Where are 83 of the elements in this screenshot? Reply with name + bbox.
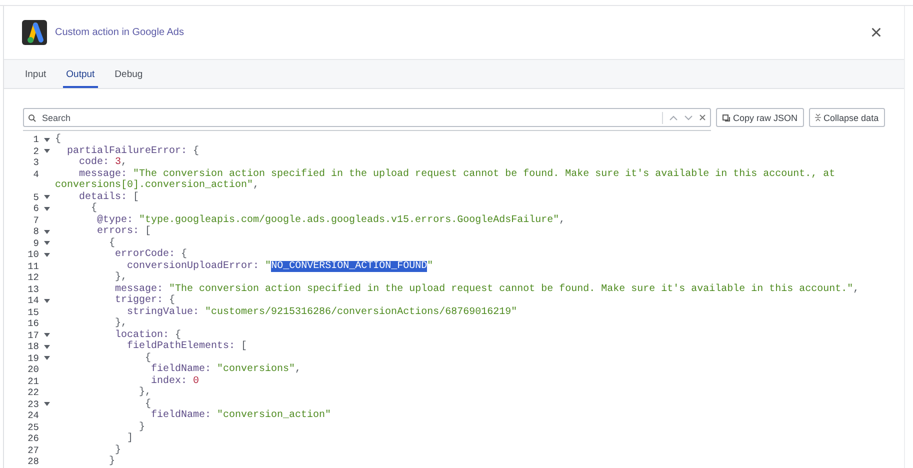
collapse-caret-icon[interactable] bbox=[44, 241, 50, 246]
tab[interactable]: Input bbox=[22, 60, 50, 88]
code-line: { bbox=[144, 398, 152, 410]
code-line: location: { bbox=[114, 330, 182, 340]
code-line: }, bbox=[138, 387, 152, 398]
code-line: } bbox=[108, 456, 116, 468]
code-line: errorCode: { bbox=[114, 249, 188, 260]
code-line: @type: "type.googleapis.com/google.ads.googleads.v15.errors.GoogleAdsFailure", bbox=[96, 214, 566, 226]
line-number: 14 bbox=[26, 295, 39, 306]
code-line: }, bbox=[114, 272, 128, 284]
line-number: 22 bbox=[26, 387, 39, 398]
copy-icon bbox=[722, 114, 730, 122]
collapse-caret-icon[interactable] bbox=[44, 230, 50, 234]
code-line: { bbox=[108, 238, 116, 249]
logo-icon bbox=[22, 20, 47, 45]
line-number: 17 bbox=[26, 330, 39, 341]
line-number: 9 bbox=[32, 238, 39, 249]
code-line: stringValue: "customers/9215316286/conversionActions/68769016219" bbox=[126, 306, 518, 318]
code-line: partialFailureError: { bbox=[66, 146, 200, 156]
code-line: trigger: { bbox=[114, 295, 176, 306]
line-number: 20 bbox=[26, 364, 39, 376]
tab[interactable]: Output bbox=[63, 60, 98, 88]
line-number: 7 bbox=[32, 214, 39, 226]
search-bar[interactable]: Search bbox=[23, 108, 711, 127]
collapse-caret-icon[interactable] bbox=[44, 333, 50, 338]
code-line: message: "The conversion action specified in the upload request cannot be found. Make sure it's available in this account.", bbox=[114, 284, 860, 294]
line-number: 10 bbox=[26, 249, 39, 260]
code-line: { bbox=[144, 352, 152, 364]
tab[interactable]: Debug bbox=[112, 60, 146, 88]
line-number: 25 bbox=[26, 422, 39, 433]
collapse-icon bbox=[814, 113, 821, 122]
line-number: 11 bbox=[26, 260, 39, 272]
line-number: 21 bbox=[26, 376, 39, 387]
line-number: 1 bbox=[32, 134, 39, 146]
code-line: conversions[0].conversion_action", bbox=[55, 180, 260, 192]
code-line: fieldName: "conversion_action" bbox=[150, 410, 332, 422]
collapse-caret-icon[interactable] bbox=[44, 138, 50, 142]
line-number: 23 bbox=[26, 398, 39, 410]
line-number: 13 bbox=[26, 284, 39, 295]
search-icon bbox=[28, 114, 36, 122]
line-number: 26 bbox=[26, 433, 39, 444]
code-line: index: 0 bbox=[150, 376, 200, 387]
collapse-caret-icon[interactable] bbox=[44, 252, 50, 257]
code-line: ] bbox=[126, 433, 134, 444]
collapse-caret-icon[interactable] bbox=[44, 344, 50, 349]
code-line: { bbox=[90, 203, 98, 214]
search-field[interactable]: Search bbox=[42, 112, 656, 122]
code-line: conversionUploadError: "NO_CONVERSION_ACTION_FOUND" bbox=[126, 260, 434, 272]
line-number: 24 bbox=[26, 410, 39, 422]
line-number: 8 bbox=[32, 226, 39, 238]
panel-title: Custom action in Google Ads bbox=[55, 27, 185, 38]
code-line: } bbox=[138, 422, 146, 433]
line-number: 28 bbox=[26, 456, 39, 468]
line-number: 12 bbox=[26, 272, 39, 284]
collapse-caret-icon[interactable] bbox=[44, 356, 50, 360]
line-number: 15 bbox=[26, 306, 39, 318]
line-number: 16 bbox=[26, 318, 39, 330]
code-line: details: [ bbox=[78, 192, 140, 202]
collapse-caret-icon[interactable] bbox=[44, 402, 50, 406]
line-number: 5 bbox=[32, 192, 39, 203]
collapse-caret-icon[interactable] bbox=[44, 206, 50, 211]
close-button[interactable]: × bbox=[866, 22, 886, 42]
copy-json-button[interactable]: Copy raw JSON bbox=[716, 108, 804, 127]
clear-icon[interactable] bbox=[699, 114, 706, 121]
line-number: 2 bbox=[32, 146, 39, 157]
code-line: } bbox=[114, 444, 122, 456]
code-line: errors: [ bbox=[96, 226, 152, 238]
collapse-caret-icon[interactable] bbox=[44, 298, 50, 303]
code-line: code: 3, bbox=[78, 157, 128, 168]
line-number: 19 bbox=[26, 352, 39, 364]
line-number: 4 bbox=[32, 168, 39, 180]
line-number: 18 bbox=[26, 341, 39, 352]
code-line: }, bbox=[114, 318, 128, 330]
line-number: 6 bbox=[32, 203, 39, 214]
code-line: message: "The conversion action specified in the upload request cannot be found. Make sure it's available in this account., at bbox=[78, 168, 836, 180]
collapse-caret-icon[interactable] bbox=[44, 195, 50, 200]
code-line: fieldPathElements: [ bbox=[126, 341, 248, 352]
line-number: 3 bbox=[32, 157, 39, 168]
collapse-caret-icon[interactable] bbox=[44, 149, 50, 154]
line-number: 27 bbox=[26, 444, 39, 456]
code-line: { bbox=[55, 134, 62, 146]
code-line: fieldName: "conversions", bbox=[150, 364, 302, 376]
collapse-data-button[interactable]: Collapse data bbox=[808, 108, 885, 127]
